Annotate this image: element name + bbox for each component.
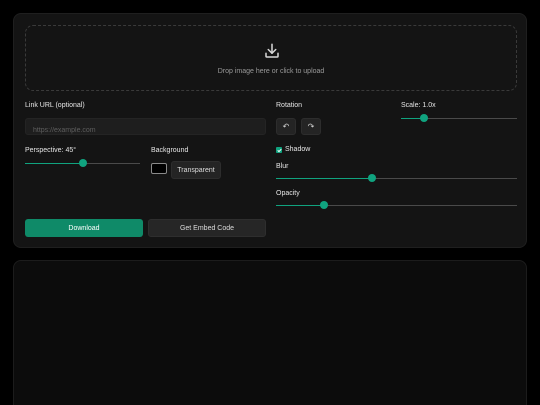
image-dropzone[interactable]: Drop image here or click to upload [25,25,517,91]
get-embed-code-button[interactable]: Get Embed Code [148,219,266,237]
perspective-label: Perspective: 45° [25,147,77,154]
link-url-input[interactable] [26,123,265,138]
preview-area [13,260,527,405]
perspective-slider-thumb[interactable] [78,159,87,167]
checkmark-icon [277,148,281,152]
link-url-field[interactable] [25,118,266,138]
rotate-right-button[interactable]: ↷ [301,118,321,135]
link-url-label: Link URL (optional) [25,102,85,109]
blur-slider-thumb[interactable] [368,174,377,182]
download-button[interactable]: Download [25,219,143,237]
transparent-button[interactable]: Transparent [171,161,221,179]
background-label: Background [151,147,189,154]
scale-label: Scale: 1.0x [401,102,436,109]
rotate-left-icon: ↶ [282,122,290,131]
opacity-slider[interactable] [276,201,517,209]
download-icon [265,43,279,58]
rotate-right-icon: ↷ [307,122,315,131]
shadow-checkbox[interactable] [276,147,282,153]
controls-panel: Drop image here or click to upload Link … [13,13,527,248]
shadow-label: Shadow [285,146,311,153]
blur-slider[interactable] [276,174,517,182]
scale-slider-thumb[interactable] [420,114,429,122]
rotate-left-button[interactable]: ↶ [276,118,296,135]
blur-label: Blur [276,163,289,170]
rotation-label: Rotation [276,102,303,109]
background-color-swatch[interactable] [151,163,167,174]
dropzone-text: Drop image here or click to upload [217,68,325,75]
perspective-slider[interactable] [25,159,140,167]
opacity-label: Opacity [276,190,300,197]
scale-slider[interactable] [401,114,517,122]
opacity-slider-thumb[interactable] [320,201,329,209]
